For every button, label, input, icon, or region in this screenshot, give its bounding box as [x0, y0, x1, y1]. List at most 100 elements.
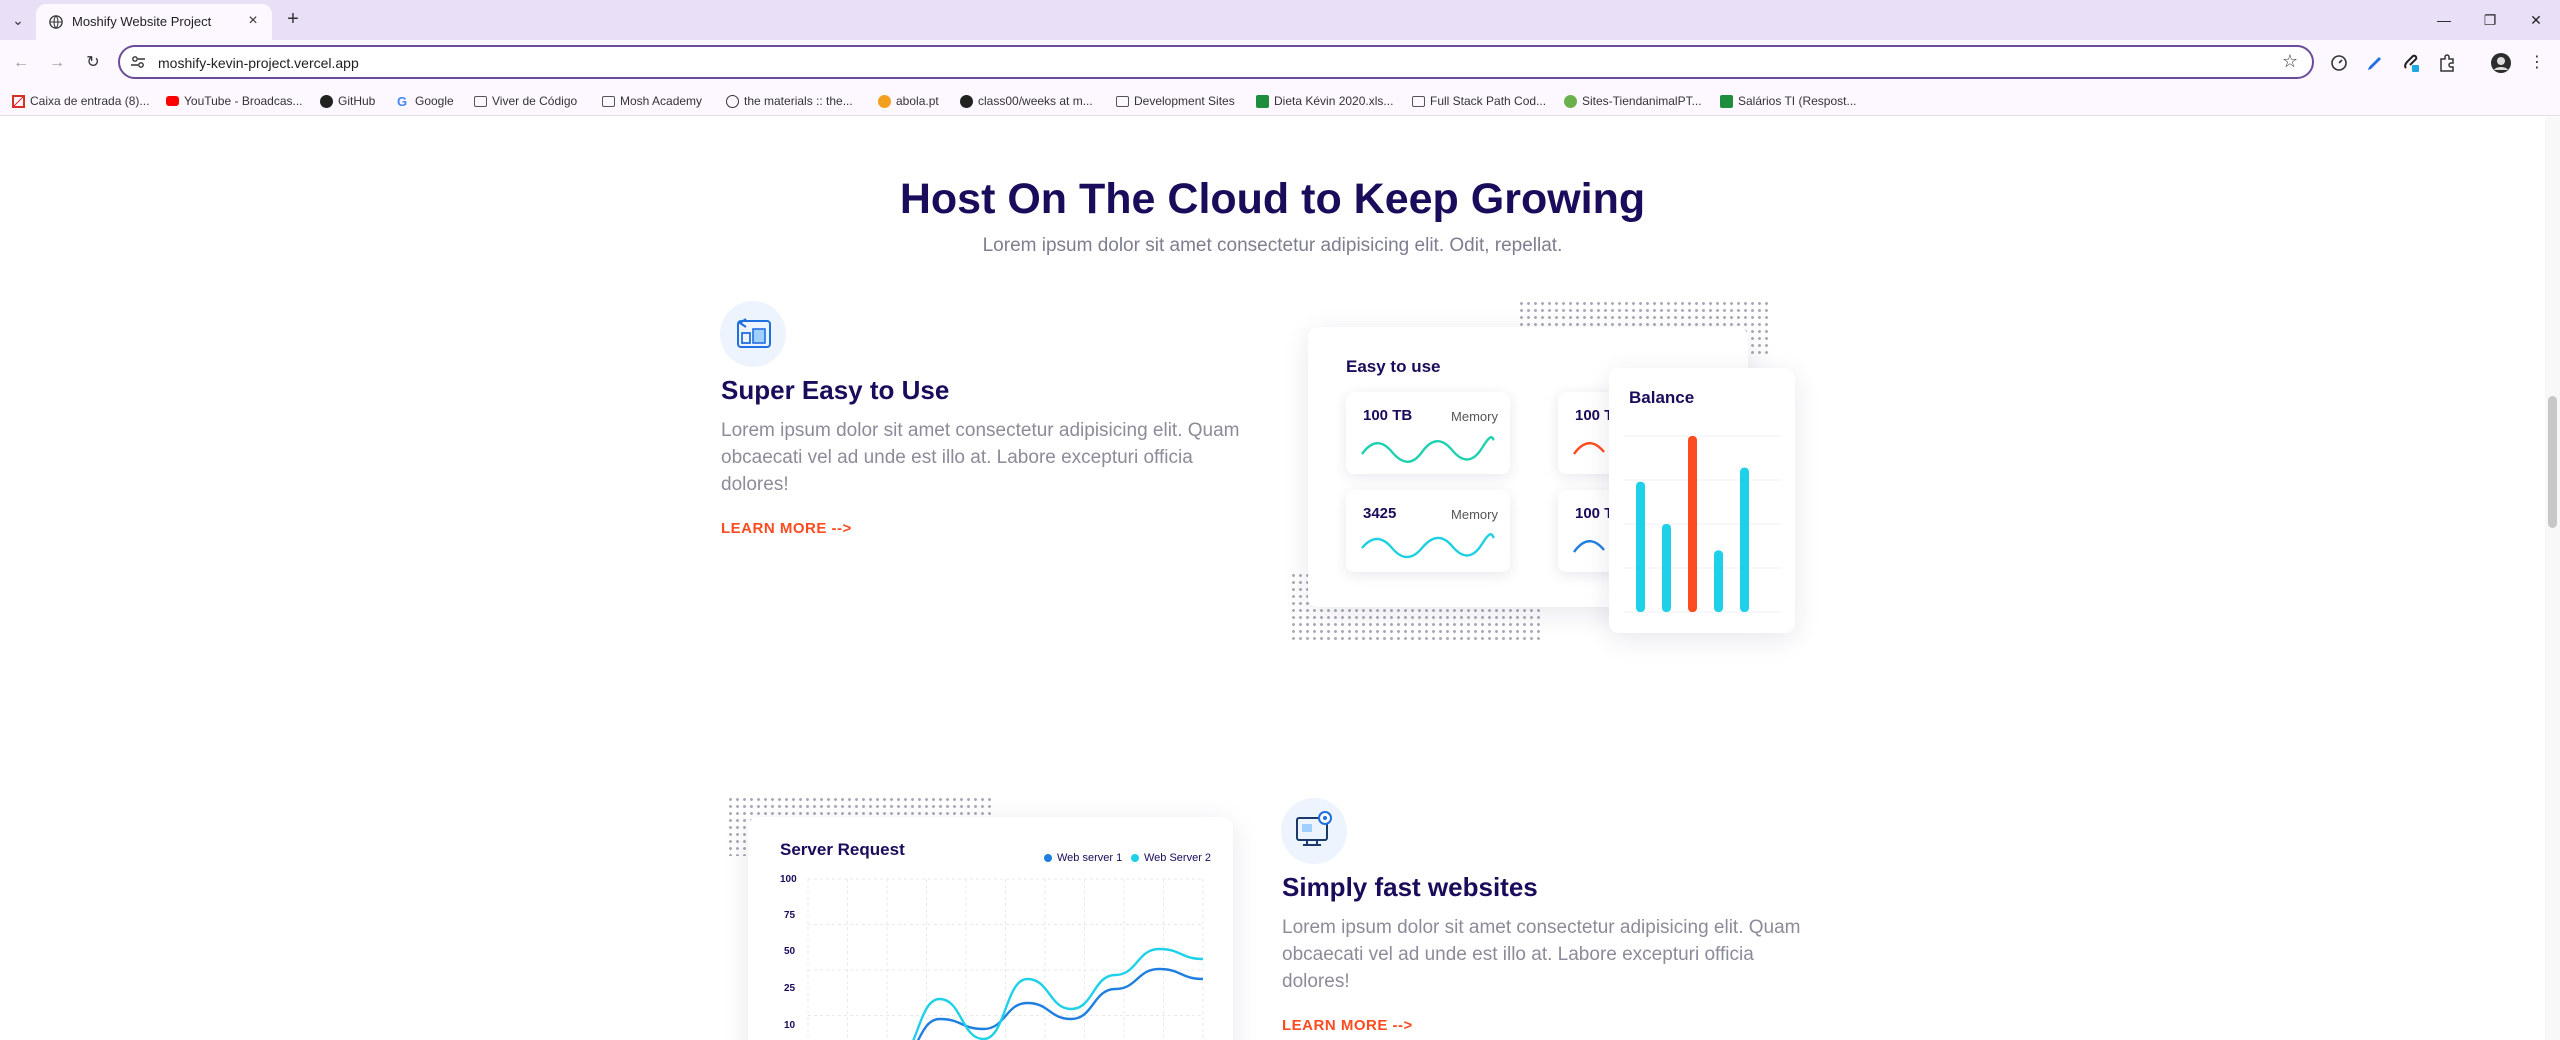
- browser-menu-icon[interactable]: ⋮: [2526, 52, 2548, 74]
- server-line-chart: [807, 878, 1204, 1040]
- profile-avatar[interactable]: [2490, 52, 2512, 74]
- bookmark-label: Mosh Academy: [620, 94, 703, 108]
- stat-value: 3425: [1363, 505, 1397, 522]
- bookmark-item[interactable]: Dieta Kévin 2020.xls...: [1256, 92, 1393, 110]
- address-bar[interactable]: moshify-kevin-project.vercel.app ☆: [118, 45, 2314, 79]
- balance-bar: [1688, 436, 1697, 612]
- balance-bar: [1662, 524, 1671, 612]
- learn-more-link[interactable]: LEARN MORE -->: [721, 520, 852, 537]
- balance-bar: [1714, 550, 1723, 612]
- tab-close-icon[interactable]: ×: [244, 12, 262, 30]
- bookmark-label: Caixa de entrada (8)...: [30, 94, 150, 108]
- balance-bar: [1636, 481, 1645, 612]
- bookmark-label: GitHub: [338, 94, 376, 108]
- feature-text: Lorem ipsum dolor sit amet consectetur a…: [721, 420, 1240, 495]
- sheets-icon: [1720, 94, 1733, 108]
- clip-extension-icon[interactable]: [2400, 52, 2422, 74]
- bookmark-item[interactable]: Sites-TiendanimalPT...: [1564, 92, 1702, 110]
- bookmark-label: Development Sites: [1134, 94, 1235, 108]
- bookmark-item[interactable]: Full Stack Path Cod...: [1412, 92, 1546, 110]
- bookmarks-bar: Caixa de entrada (8)... YouTube - Broadc…: [0, 86, 2560, 116]
- gmail-icon: [12, 94, 25, 108]
- bookmark-star-icon[interactable]: ☆: [2282, 51, 2298, 72]
- google-icon: G: [397, 93, 408, 109]
- close-window-button[interactable]: ✕: [2524, 8, 2548, 32]
- github-icon: [960, 94, 973, 108]
- extensions-icon[interactable]: [2436, 52, 2458, 74]
- globe-icon: [49, 15, 63, 29]
- globe-icon: [726, 94, 739, 108]
- bookmark-item[interactable]: YouTube - Broadcas...: [166, 92, 303, 110]
- server-request-card: Server Request Web server 1 Web Server 2…: [748, 817, 1233, 1040]
- bookmark-label: Dieta Kévin 2020.xls...: [1274, 94, 1394, 108]
- pen-extension-icon[interactable]: [2364, 52, 2386, 74]
- url-text[interactable]: moshify-kevin-project.vercel.app: [158, 55, 359, 71]
- balance-bar: [1740, 467, 1749, 612]
- stat-card: 3425 Memory: [1346, 490, 1510, 572]
- feature-title: Super Easy to Use: [721, 375, 950, 405]
- bookmark-label: Full Stack Path Cod...: [1430, 94, 1547, 108]
- feature-text: Lorem ipsum dolor sit amet consectetur a…: [1282, 917, 1801, 992]
- feature-title: Simply fast websites: [1282, 872, 1538, 902]
- site-settings-icon[interactable]: [130, 54, 146, 70]
- tab-active[interactable]: Moshify Website Project ×: [36, 4, 272, 40]
- stat-card: 100 TB Memory: [1346, 392, 1510, 474]
- learn-more-link[interactable]: LEARN MORE -->: [1282, 1017, 1413, 1034]
- minimize-button[interactable]: —: [2432, 8, 2456, 32]
- stat-value: 100 T: [1575, 505, 1614, 522]
- youtube-icon: [166, 96, 179, 106]
- balance-card: Balance: [1609, 368, 1795, 633]
- balance-bar-chart: [1623, 435, 1781, 613]
- bookmark-label: Viver de Código: [492, 94, 578, 108]
- folder-icon: [1412, 95, 1425, 107]
- sheets-icon: [1256, 94, 1269, 108]
- bookmark-item[interactable]: G Google: [397, 92, 454, 110]
- page-scrollbar[interactable]: [2545, 117, 2560, 1040]
- bookmark-item[interactable]: Salários TI (Respost...: [1720, 92, 1857, 110]
- bookmark-label: Sites-TiendanimalPT...: [1582, 94, 1702, 108]
- bookmark-item[interactable]: abola.pt: [878, 92, 939, 110]
- sparkline: [1361, 436, 1495, 463]
- back-button[interactable]: ←: [10, 52, 32, 74]
- bookmark-item[interactable]: GitHub: [320, 92, 375, 110]
- tab-title: Moshify Website Project: [72, 14, 212, 29]
- performance-icon[interactable]: [2328, 52, 2350, 74]
- scrollbar-thumb[interactable]: [2548, 396, 2557, 528]
- paw-icon: [1564, 94, 1577, 108]
- bookmark-item[interactable]: Mosh Academy: [602, 92, 702, 110]
- tab-search-icon[interactable]: ⌄: [8, 10, 28, 30]
- section-subtitle: Lorem ipsum dolor sit amet consectetur a…: [982, 235, 1563, 256]
- bookmark-label: Google: [415, 94, 454, 108]
- page-content: Host On The Cloud to Keep Growing Lorem …: [0, 117, 2545, 1040]
- bookmark-item[interactable]: the materials :: the...: [726, 92, 853, 110]
- bookmark-item[interactable]: class00/weeks at m...: [960, 92, 1093, 110]
- bookmark-label: class00/weeks at m...: [978, 94, 1093, 108]
- bookmark-item[interactable]: Viver de Código: [474, 92, 577, 110]
- bookmark-label: YouTube - Broadcas...: [184, 94, 303, 108]
- dashboard-icon: [737, 318, 771, 348]
- new-tab-button[interactable]: +: [282, 8, 304, 30]
- stat-label: Memory: [1451, 507, 1498, 522]
- browser-toolbar: ← → ↻ moshify-kevin-project.vercel.app ☆…: [0, 40, 2560, 86]
- section-title: Host On The Cloud to Keep Growing: [899, 175, 1646, 223]
- folder-icon: [602, 95, 615, 107]
- monitor-settings-icon: [1296, 811, 1332, 846]
- folder-icon: [474, 95, 487, 107]
- forward-button[interactable]: →: [46, 52, 68, 74]
- feature-icon-container: [1281, 798, 1347, 864]
- bookmark-label: abola.pt: [896, 94, 939, 108]
- stat-value: 100 TB: [1363, 407, 1413, 424]
- folder-icon: [1116, 95, 1129, 107]
- reload-button[interactable]: ↻: [82, 52, 104, 74]
- sparkline: [1361, 533, 1495, 559]
- restore-button[interactable]: ❐: [2478, 8, 2502, 32]
- stat-value: 100 T: [1575, 407, 1614, 424]
- bookmark-label: the materials :: the...: [744, 94, 853, 108]
- card-title: Easy to use: [1346, 357, 1441, 376]
- abola-icon: [878, 94, 891, 108]
- github-icon: [320, 94, 333, 108]
- bookmark-label: Salários TI (Respost...: [1738, 94, 1857, 108]
- bookmark-item[interactable]: Development Sites: [1116, 92, 1235, 110]
- tab-strip: ⌄ Moshify Website Project × + — ❐ ✕: [0, 0, 2560, 40]
- bookmark-item[interactable]: Caixa de entrada (8)...: [12, 92, 149, 110]
